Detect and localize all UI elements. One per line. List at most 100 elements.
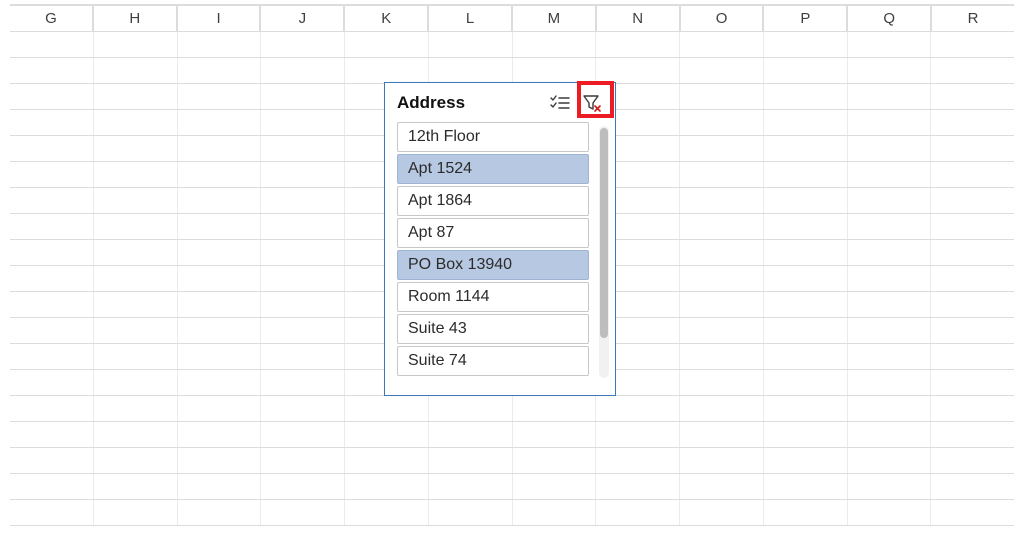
grid-cell[interactable] bbox=[680, 396, 764, 421]
column-header[interactable]: R bbox=[931, 6, 1014, 31]
grid-cell[interactable] bbox=[764, 110, 848, 135]
grid-cell[interactable] bbox=[848, 110, 932, 135]
grid-cell[interactable] bbox=[261, 240, 345, 265]
grid-cell[interactable] bbox=[680, 240, 764, 265]
grid-cell[interactable] bbox=[261, 214, 345, 239]
grid-cell[interactable] bbox=[94, 448, 178, 473]
grid-cell[interactable] bbox=[764, 396, 848, 421]
grid-cell[interactable] bbox=[178, 318, 262, 343]
grid-cell[interactable] bbox=[345, 448, 429, 473]
grid-cell[interactable] bbox=[596, 32, 680, 57]
column-header[interactable]: Q bbox=[847, 6, 931, 31]
grid-cell[interactable] bbox=[931, 110, 1014, 135]
grid-cell[interactable] bbox=[94, 136, 178, 161]
grid-cell[interactable] bbox=[764, 370, 848, 395]
slicer-scroll-thumb[interactable] bbox=[600, 128, 608, 338]
grid-cell[interactable] bbox=[178, 240, 262, 265]
slicer-item[interactable]: 12th Floor bbox=[397, 122, 589, 152]
slicer-item[interactable]: PO Box 13940 bbox=[397, 250, 589, 280]
grid-cell[interactable] bbox=[764, 188, 848, 213]
grid-cell[interactable] bbox=[261, 318, 345, 343]
grid-cell[interactable] bbox=[345, 32, 429, 57]
grid-cell[interactable] bbox=[261, 474, 345, 499]
grid-cell[interactable] bbox=[848, 448, 932, 473]
grid-cell[interactable] bbox=[429, 474, 513, 499]
slicer-item[interactable]: Suite 43 bbox=[397, 314, 589, 344]
clear-filter-button[interactable] bbox=[579, 90, 605, 116]
grid-cell[interactable] bbox=[513, 396, 597, 421]
grid-cell[interactable] bbox=[429, 422, 513, 447]
grid-cell[interactable] bbox=[10, 500, 94, 525]
column-header[interactable]: K bbox=[344, 6, 428, 31]
slicer-item[interactable]: Room 1144 bbox=[397, 282, 589, 312]
grid-cell[interactable] bbox=[94, 214, 178, 239]
grid-cell[interactable] bbox=[261, 188, 345, 213]
slicer-item[interactable]: Apt 87 bbox=[397, 218, 589, 248]
grid-cell[interactable] bbox=[931, 240, 1014, 265]
grid-cell[interactable] bbox=[680, 214, 764, 239]
grid-cell[interactable] bbox=[345, 474, 429, 499]
grid-cell[interactable] bbox=[94, 474, 178, 499]
grid-cell[interactable] bbox=[680, 188, 764, 213]
grid-cell[interactable] bbox=[764, 422, 848, 447]
grid-cell[interactable] bbox=[680, 448, 764, 473]
grid-cell[interactable] bbox=[680, 84, 764, 109]
column-header[interactable]: H bbox=[93, 6, 177, 31]
grid-cell[interactable] bbox=[764, 136, 848, 161]
grid-cell[interactable] bbox=[596, 500, 680, 525]
grid-cell[interactable] bbox=[261, 396, 345, 421]
grid-cell[interactable] bbox=[764, 474, 848, 499]
grid-cell[interactable] bbox=[261, 422, 345, 447]
grid-cell[interactable] bbox=[513, 422, 597, 447]
grid-cell[interactable] bbox=[178, 58, 262, 83]
grid-cell[interactable] bbox=[261, 500, 345, 525]
grid-cell[interactable] bbox=[10, 162, 94, 187]
grid-cell[interactable] bbox=[10, 266, 94, 291]
grid-cell[interactable] bbox=[178, 266, 262, 291]
grid-cell[interactable] bbox=[931, 318, 1014, 343]
grid-cell[interactable] bbox=[178, 370, 262, 395]
grid-cell[interactable] bbox=[513, 500, 597, 525]
grid-cell[interactable] bbox=[94, 110, 178, 135]
grid-cell[interactable] bbox=[261, 84, 345, 109]
grid-cell[interactable] bbox=[764, 84, 848, 109]
grid-cell[interactable] bbox=[931, 58, 1014, 83]
grid-cell[interactable] bbox=[848, 396, 932, 421]
column-header[interactable]: M bbox=[512, 6, 596, 31]
slicer-panel[interactable]: Address bbox=[384, 82, 616, 396]
grid-cell[interactable] bbox=[931, 32, 1014, 57]
grid-cell[interactable] bbox=[848, 214, 932, 239]
grid-cell[interactable] bbox=[178, 422, 262, 447]
grid-cell[interactable] bbox=[680, 370, 764, 395]
grid-cell[interactable] bbox=[848, 84, 932, 109]
column-header[interactable]: G bbox=[10, 6, 93, 31]
grid-cell[interactable] bbox=[596, 422, 680, 447]
grid-cell[interactable] bbox=[764, 344, 848, 369]
grid-cell[interactable] bbox=[680, 162, 764, 187]
grid-cell[interactable] bbox=[931, 448, 1014, 473]
grid-cell[interactable] bbox=[680, 318, 764, 343]
grid-cell[interactable] bbox=[764, 266, 848, 291]
grid-cell[interactable] bbox=[429, 32, 513, 57]
grid-cell[interactable] bbox=[848, 422, 932, 447]
grid-cell[interactable] bbox=[680, 344, 764, 369]
column-header[interactable]: P bbox=[763, 6, 847, 31]
grid-cell[interactable] bbox=[345, 500, 429, 525]
grid-cell[interactable] bbox=[680, 474, 764, 499]
grid-cell[interactable] bbox=[10, 422, 94, 447]
grid-cell[interactable] bbox=[596, 58, 680, 83]
grid-cell[interactable] bbox=[429, 396, 513, 421]
grid-cell[interactable] bbox=[261, 344, 345, 369]
grid-cell[interactable] bbox=[94, 266, 178, 291]
grid-cell[interactable] bbox=[931, 292, 1014, 317]
grid-cell[interactable] bbox=[848, 292, 932, 317]
grid-cell[interactable] bbox=[680, 58, 764, 83]
grid-cell[interactable] bbox=[931, 500, 1014, 525]
grid-cell[interactable] bbox=[931, 136, 1014, 161]
grid-cell[interactable] bbox=[848, 344, 932, 369]
grid-cell[interactable] bbox=[596, 396, 680, 421]
grid-cell[interactable] bbox=[178, 32, 262, 57]
grid-cell[interactable] bbox=[513, 58, 597, 83]
grid-cell[interactable] bbox=[10, 448, 94, 473]
grid-cell[interactable] bbox=[178, 292, 262, 317]
